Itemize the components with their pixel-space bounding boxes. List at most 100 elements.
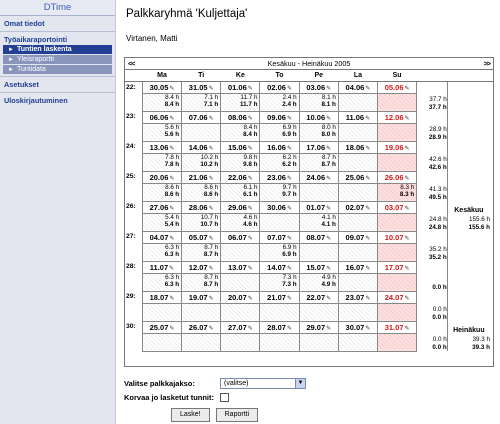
day-cell[interactable]: 28.06✎ 10.7 h 10.7 h	[181, 200, 222, 232]
day-date[interactable]: 02.07✎	[338, 201, 378, 214]
edit-icon[interactable]: ✎	[326, 326, 331, 332]
day-date[interactable]: 14.06✎	[182, 141, 221, 154]
day-date[interactable]: 31.05✎	[182, 81, 221, 94]
day-date[interactable]: 17.06✎	[299, 141, 338, 154]
edit-icon[interactable]: ✎	[209, 326, 214, 332]
edit-icon[interactable]: ✎	[248, 326, 253, 332]
day-date[interactable]: 17.07✎	[378, 261, 417, 274]
day-date[interactable]: 25.07✎	[142, 321, 182, 334]
day-cell[interactable]: 16.07✎	[337, 260, 379, 292]
edit-icon[interactable]: ✎	[248, 206, 253, 212]
edit-icon[interactable]: ✎	[287, 206, 292, 212]
day-date[interactable]: 09.07✎	[338, 231, 378, 244]
day-cell[interactable]: 12.06✎	[377, 110, 418, 142]
edit-icon[interactable]: ✎	[287, 326, 292, 332]
day-cell[interactable]: 16.06✎ 6.2 h 6.2 h	[259, 140, 300, 172]
edit-icon[interactable]: ✎	[209, 86, 214, 92]
day-cell[interactable]: 02.06✎ 2.4 h 2.4 h	[259, 80, 300, 112]
prev-month-button[interactable]: <<	[128, 59, 135, 68]
edit-icon[interactable]: ✎	[405, 296, 410, 302]
day-cell[interactable]: 30.06✎	[259, 200, 300, 232]
day-cell[interactable]: 04.06✎	[337, 80, 379, 112]
day-date[interactable]: 18.07✎	[142, 291, 182, 304]
day-date[interactable]: 03.07✎	[378, 201, 417, 214]
day-date[interactable]: 24.07✎	[378, 291, 417, 304]
day-cell[interactable]: 27.06✎ 5.4 h 5.4 h	[141, 200, 183, 232]
day-cell[interactable]: 13.07✎	[220, 260, 261, 292]
edit-icon[interactable]: ✎	[326, 116, 331, 122]
day-date[interactable]: 27.07✎	[221, 321, 260, 334]
edit-icon[interactable]: ✎	[248, 236, 253, 242]
day-date[interactable]: 13.07✎	[221, 261, 260, 274]
edit-icon[interactable]: ✎	[169, 266, 174, 272]
edit-icon[interactable]: ✎	[326, 206, 331, 212]
day-cell[interactable]: 06.07✎	[220, 230, 261, 262]
nav-asetukset[interactable]: Asetukset	[0, 76, 115, 90]
day-date[interactable]: 31.07✎	[378, 321, 417, 334]
day-cell[interactable]: 05.06✎	[377, 80, 418, 112]
day-cell[interactable]: 21.07✎	[259, 290, 300, 322]
edit-icon[interactable]: ✎	[287, 176, 292, 182]
day-date[interactable]: 16.06✎	[260, 141, 299, 154]
nav-tuntidata[interactable]: ► Tuntidata	[3, 65, 112, 74]
day-date[interactable]: 28.07✎	[260, 321, 299, 334]
edit-icon[interactable]: ✎	[209, 176, 214, 182]
day-cell[interactable]: 26.07✎	[181, 320, 222, 352]
nav-omat-tiedot[interactable]: Omat tiedot	[0, 16, 115, 29]
day-cell[interactable]: 05.07✎ 8.7 h 8.7 h	[181, 230, 222, 262]
day-cell[interactable]: 14.06✎ 10.2 h 10.2 h	[181, 140, 222, 172]
day-cell[interactable]: 08.06✎ 8.4 h 8.4 h	[220, 110, 261, 142]
edit-icon[interactable]: ✎	[365, 296, 370, 302]
day-date[interactable]: 21.07✎	[260, 291, 299, 304]
day-cell[interactable]: 07.06✎	[181, 110, 222, 142]
report-button[interactable]: Raportti	[215, 408, 259, 422]
edit-icon[interactable]: ✎	[169, 146, 174, 152]
day-date[interactable]: 29.07✎	[299, 321, 338, 334]
nav-tuntien-laskenta[interactable]: ► Tuntien laskenta	[3, 45, 112, 54]
day-cell[interactable]: 31.05✎ 7.1 h 7.1 h	[181, 80, 222, 112]
edit-icon[interactable]: ✎	[365, 86, 370, 92]
day-date[interactable]: 07.06✎	[182, 111, 221, 124]
calculate-button[interactable]: Laske!	[171, 408, 210, 422]
edit-icon[interactable]: ✎	[248, 266, 253, 272]
day-date[interactable]: 12.06✎	[378, 111, 417, 124]
day-cell[interactable]: 09.06✎ 6.9 h 6.9 h	[259, 110, 300, 142]
day-date[interactable]: 08.06✎	[221, 111, 260, 124]
edit-icon[interactable]: ✎	[248, 86, 253, 92]
day-cell[interactable]: 29.06✎ 4.6 h 4.6 h	[220, 200, 261, 232]
day-date[interactable]: 06.07✎	[221, 231, 260, 244]
edit-icon[interactable]: ✎	[209, 296, 214, 302]
day-cell[interactable]: 15.07✎ 4.9 h 4.9 h	[298, 260, 339, 292]
day-date[interactable]: 05.06✎	[378, 81, 417, 94]
day-cell[interactable]: 31.07✎	[377, 320, 418, 352]
edit-icon[interactable]: ✎	[287, 266, 292, 272]
nav-yleisraportti[interactable]: ► Yleisraportti	[3, 55, 112, 64]
day-date[interactable]: 10.07✎	[378, 231, 417, 244]
day-cell[interactable]: 20.07✎	[220, 290, 261, 322]
day-date[interactable]: 01.06✎	[221, 81, 260, 94]
day-date[interactable]: 06.06✎	[142, 111, 182, 124]
edit-icon[interactable]: ✎	[365, 146, 370, 152]
edit-icon[interactable]: ✎	[365, 116, 370, 122]
edit-icon[interactable]: ✎	[248, 146, 253, 152]
edit-icon[interactable]: ✎	[326, 176, 331, 182]
edit-icon[interactable]: ✎	[326, 86, 331, 92]
day-cell[interactable]: 11.06✎	[337, 110, 379, 142]
edit-icon[interactable]: ✎	[209, 236, 214, 242]
day-date[interactable]: 26.06✎	[378, 171, 417, 184]
day-date[interactable]: 01.07✎	[299, 201, 338, 214]
day-date[interactable]: 10.06✎	[299, 111, 338, 124]
day-date[interactable]: 23.06✎	[260, 171, 299, 184]
day-date[interactable]: 15.07✎	[299, 261, 338, 274]
day-date[interactable]: 11.07✎	[142, 261, 182, 274]
day-date[interactable]: 16.07✎	[338, 261, 378, 274]
day-date[interactable]: 22.07✎	[299, 291, 338, 304]
day-cell[interactable]: 10.06✎ 8.0 h 8.0 h	[298, 110, 339, 142]
day-date[interactable]: 30.07✎	[338, 321, 378, 334]
edit-icon[interactable]: ✎	[365, 176, 370, 182]
day-cell[interactable]: 18.06✎	[337, 140, 379, 172]
edit-icon[interactable]: ✎	[248, 296, 253, 302]
day-cell[interactable]: 28.07✎	[259, 320, 300, 352]
edit-icon[interactable]: ✎	[405, 146, 410, 152]
day-cell[interactable]: 23.07✎	[337, 290, 379, 322]
